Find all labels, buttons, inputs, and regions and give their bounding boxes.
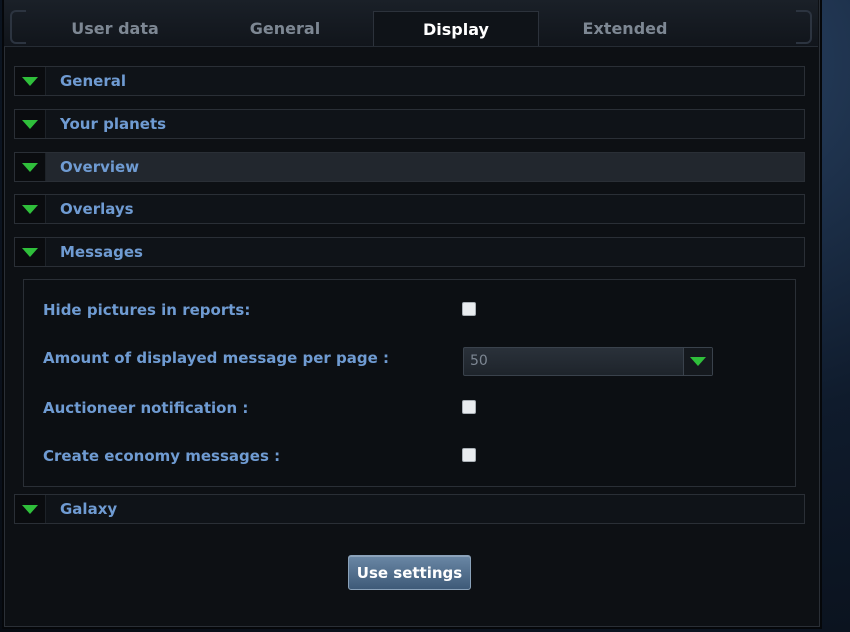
per-page-select[interactable]: 50 [463, 347, 713, 376]
tab-extended[interactable]: Extended [544, 11, 706, 45]
use-settings-button[interactable]: Use settings [348, 555, 471, 590]
tabbar-left-cap [10, 10, 26, 44]
triangle-down-icon [22, 162, 38, 172]
per-page-label: Amount of displayed message per page : [43, 349, 390, 367]
expand-toggle[interactable] [15, 67, 46, 95]
section-label: Your planets [60, 115, 167, 133]
tab-display[interactable]: Display [373, 11, 539, 46]
per-page-value: 50 [470, 353, 488, 369]
chevron-down-icon [690, 357, 706, 366]
economy-checkbox[interactable] [462, 448, 476, 462]
section-your-planets[interactable]: Your planets [14, 109, 805, 139]
economy-label: Create economy messages : [43, 447, 281, 465]
section-general[interactable]: General [14, 66, 805, 96]
expand-toggle[interactable] [15, 495, 46, 523]
hide-pictures-checkbox[interactable] [462, 302, 476, 316]
section-galaxy[interactable]: Galaxy [14, 494, 805, 524]
section-overlays[interactable]: Overlays [14, 194, 805, 224]
tab-bar: User data General Display Extended [4, 0, 818, 47]
section-overview[interactable]: Overview [14, 152, 805, 182]
section-label: Messages [60, 243, 143, 261]
triangle-down-icon [22, 247, 38, 257]
section-label: Overview [60, 158, 140, 176]
dropdown-toggle[interactable] [683, 348, 712, 375]
section-messages[interactable]: Messages [14, 237, 805, 267]
tabbar-right-cap [796, 10, 812, 44]
expand-toggle[interactable] [15, 195, 46, 223]
section-label: Galaxy [60, 500, 118, 518]
hide-pictures-label: Hide pictures in reports: [43, 301, 251, 319]
triangle-down-icon [22, 76, 38, 86]
section-label: General [60, 72, 126, 90]
expand-toggle[interactable] [15, 153, 46, 181]
expand-toggle[interactable] [15, 110, 46, 138]
triangle-down-icon [22, 119, 38, 129]
expand-toggle[interactable] [15, 238, 46, 266]
messages-settings-panel: Hide pictures in reports: Amount of disp… [23, 279, 796, 487]
triangle-down-icon [22, 504, 38, 514]
auctioneer-checkbox[interactable] [462, 400, 476, 414]
tab-general[interactable]: General [204, 11, 366, 45]
tab-user-data[interactable]: User data [34, 11, 196, 45]
section-label: Overlays [60, 200, 134, 218]
triangle-down-icon [22, 204, 38, 214]
auctioneer-label: Auctioneer notification : [43, 399, 249, 417]
